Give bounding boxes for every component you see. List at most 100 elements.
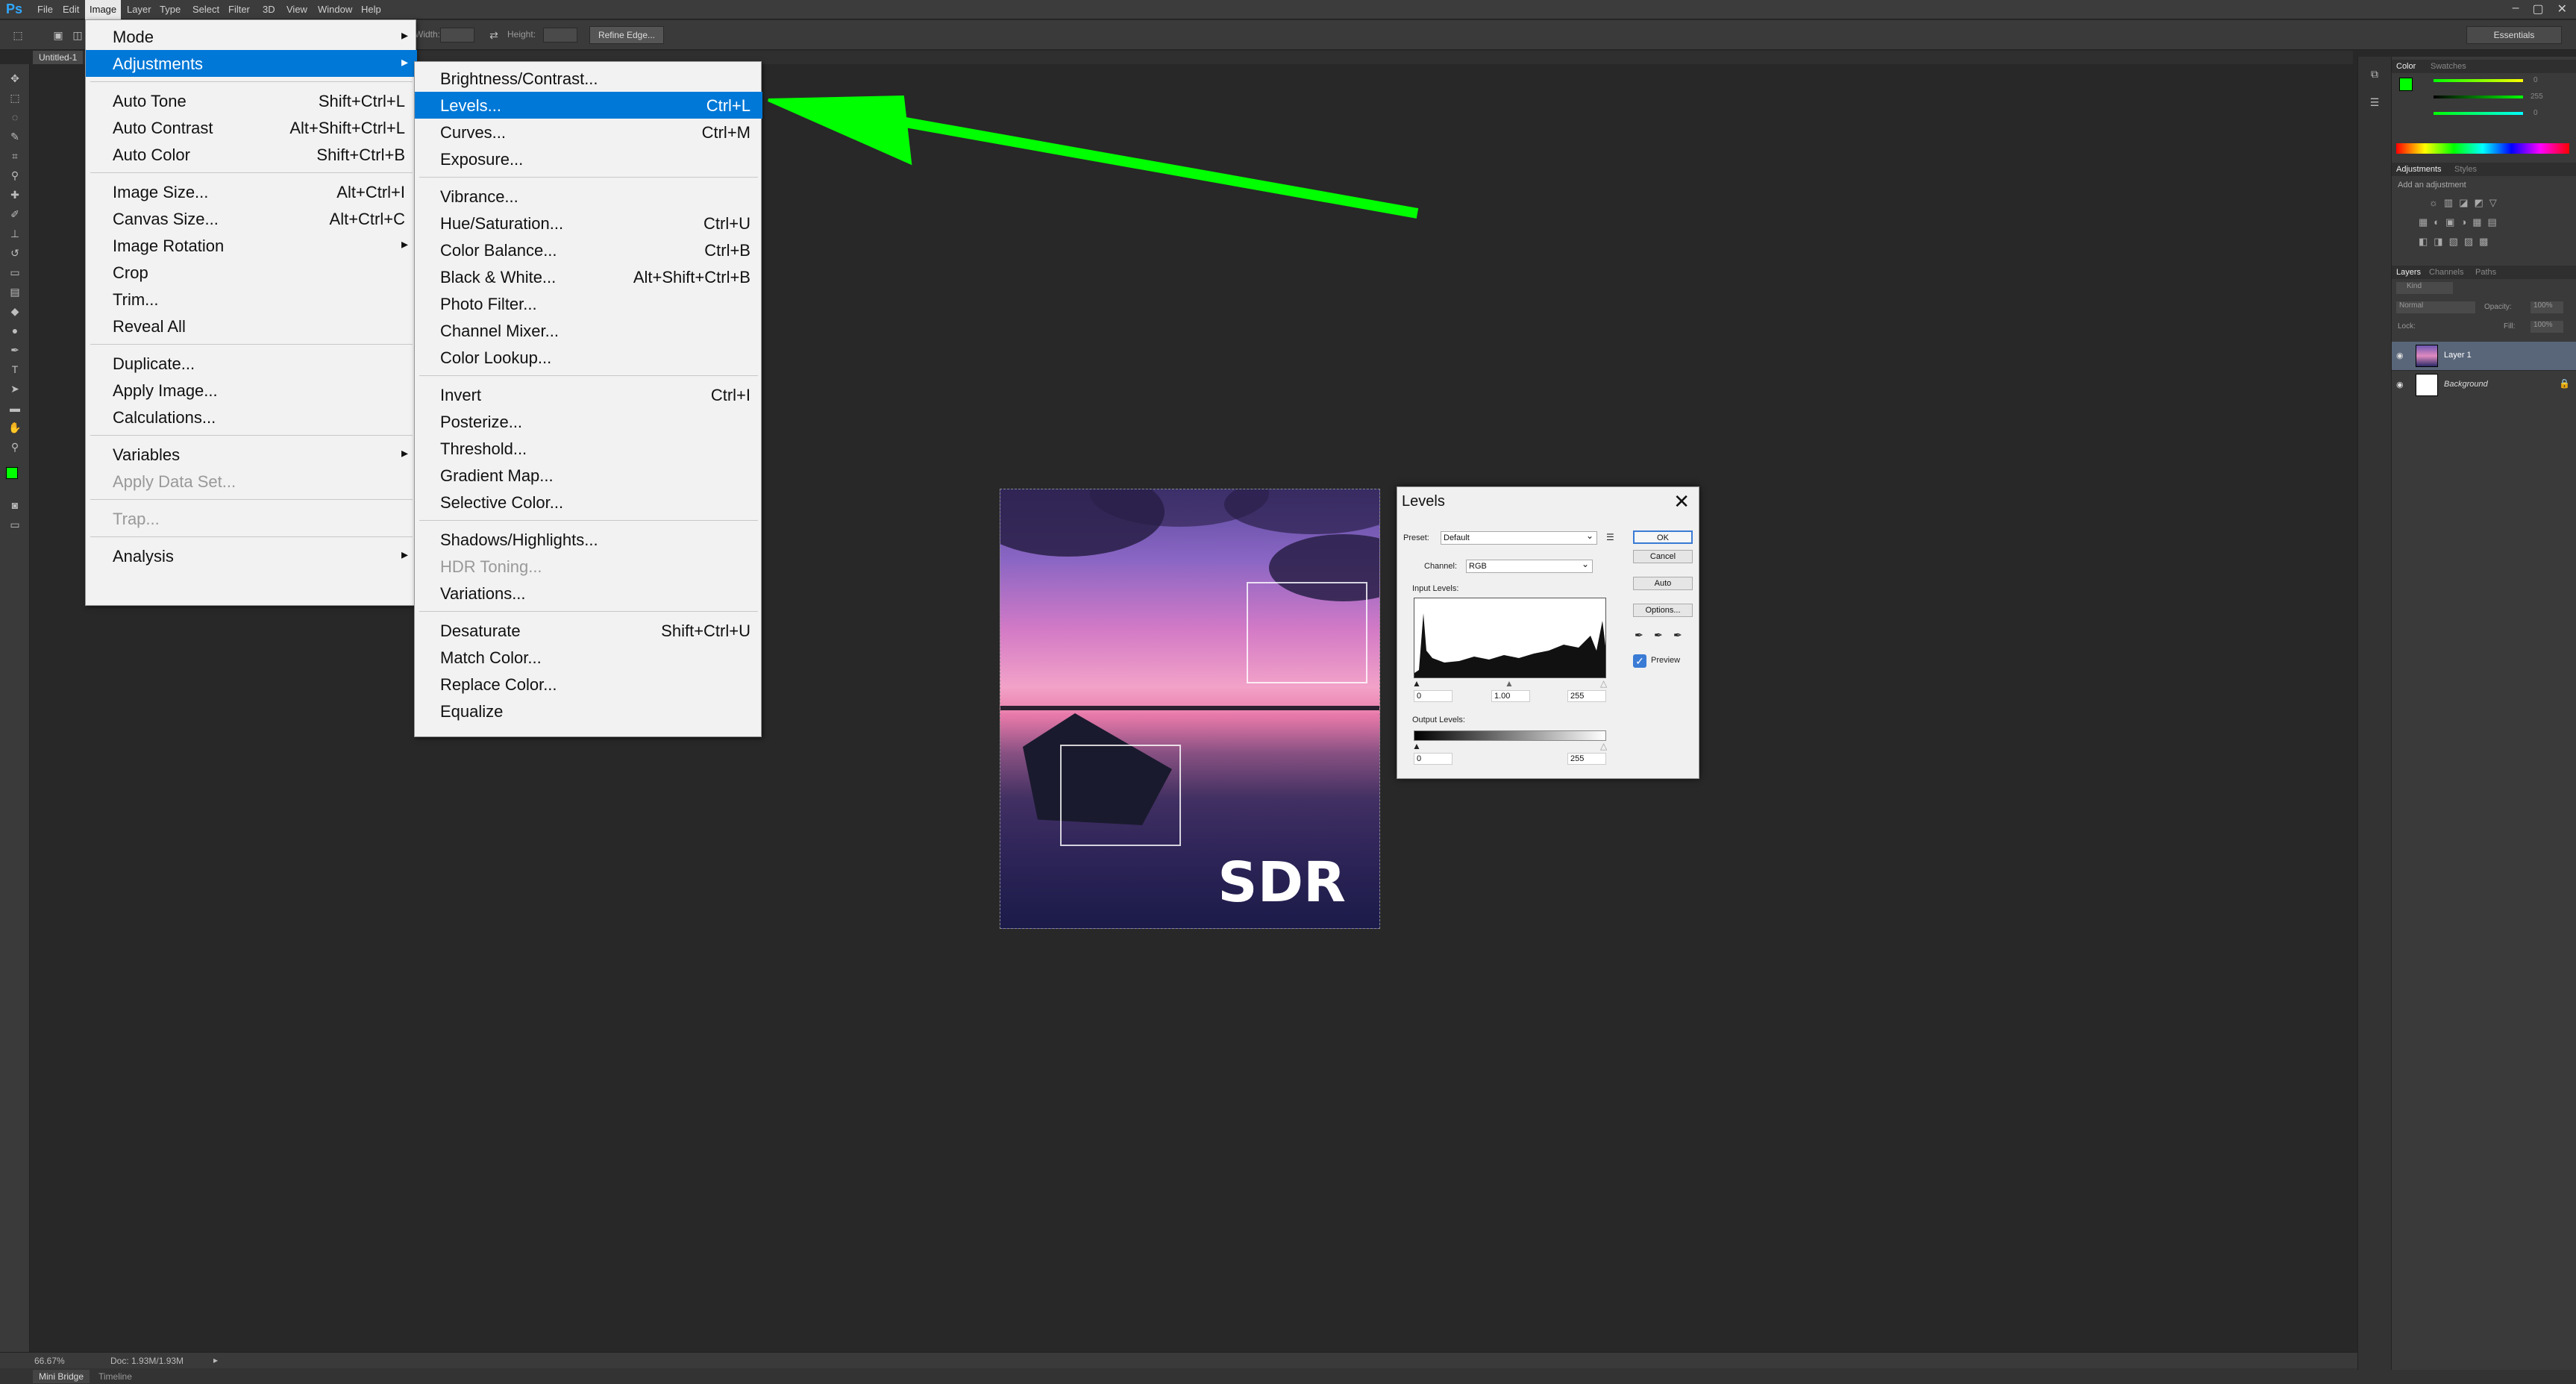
stamp-tool-icon[interactable]: ⊥ — [6, 225, 24, 242]
output-white-field[interactable]: 255 — [1567, 753, 1606, 765]
add-selection-icon[interactable]: ◫ — [69, 27, 87, 43]
layer-filter-kind[interactable]: Kind — [2396, 282, 2453, 294]
refine-edge-button[interactable]: Refine Edge... — [589, 26, 664, 44]
status-menu-arrow-icon[interactable]: ▸ — [213, 1355, 218, 1365]
adjustments-item-curves[interactable]: Curves... Ctrl+M — [415, 119, 762, 145]
adjustments-item-match-color[interactable]: Match Color... — [415, 644, 762, 671]
image-menu-item-image-rotation[interactable]: Image Rotation ▸ — [86, 232, 417, 259]
gradient-tool-icon[interactable]: ▤ — [6, 284, 24, 300]
adjustments-item-selective-color[interactable]: Selective Color... — [415, 489, 762, 516]
adjustment-icons-row-3[interactable]: ◧◨▧▨▩ — [2419, 236, 2494, 248]
minimize-icon[interactable]: – — [2513, 1, 2519, 16]
adjustments-item-replace-color[interactable]: Replace Color... — [415, 671, 762, 698]
visibility-eye-icon[interactable]: ◉ — [2396, 380, 2404, 389]
adjustments-item-channel-mixer[interactable]: Channel Mixer... — [415, 317, 762, 344]
input-white-field[interactable]: 255 — [1567, 690, 1606, 702]
output-black-field[interactable]: 0 — [1414, 753, 1452, 765]
eraser-tool-icon[interactable]: ▭ — [6, 264, 24, 281]
r-slider[interactable] — [2434, 79, 2523, 82]
image-menu-item-auto-color[interactable]: Auto Color Shift+Ctrl+B — [86, 141, 417, 168]
image-menu-item-calculations[interactable]: Calculations... — [86, 404, 417, 430]
input-white-slider-icon[interactable]: △ — [1600, 678, 1607, 689]
image-menu-item-apply-image[interactable]: Apply Image... — [86, 377, 417, 404]
adjustments-item-vibrance[interactable]: Vibrance... — [415, 183, 762, 210]
properties-panel-icon[interactable]: ☰ — [2366, 94, 2384, 110]
adjustments-item-shadows-highlights[interactable]: Shadows/Highlights... — [415, 526, 762, 553]
opacity-field[interactable]: 100% — [2530, 301, 2563, 313]
ok-button[interactable]: OK — [1633, 530, 1693, 544]
adjustments-item-levels[interactable]: Levels... Ctrl+L — [415, 92, 762, 119]
white-point-eyedropper-icon[interactable]: ✒ — [1673, 629, 1682, 642]
blur-tool-icon[interactable]: ◆ — [6, 303, 24, 319]
hand-tool-icon[interactable]: ✋ — [6, 419, 24, 436]
tab-mini-bridge[interactable]: Mini Bridge — [33, 1370, 90, 1383]
image-menu-item-auto-contrast[interactable]: Auto Contrast Alt+Shift+Ctrl+L — [86, 114, 417, 141]
adjustments-item-equalize[interactable]: Equalize — [415, 698, 762, 724]
zoom-tool-icon[interactable]: ⚲ — [6, 439, 24, 455]
maximize-icon[interactable]: ▢ — [2532, 1, 2543, 16]
height-field[interactable] — [543, 28, 577, 43]
input-gamma-field[interactable]: 1.00 — [1491, 690, 1530, 702]
screen-mode-icon[interactable]: ▭ — [6, 516, 24, 533]
adjustments-item-color-balance[interactable]: Color Balance... Ctrl+B — [415, 237, 762, 263]
tab-layers[interactable]: Layers — [2396, 268, 2421, 277]
quick-mask-icon[interactable]: ◙ — [6, 497, 24, 513]
tab-color[interactable]: Color — [2396, 62, 2416, 71]
gray-point-eyedropper-icon[interactable]: ✒ — [1654, 629, 1663, 642]
image-menu-item-apply-data-set[interactable]: Apply Data Set... — [86, 468, 417, 495]
adjustment-icons-row-2[interactable]: ▦◐▣◑▦▤ — [2419, 216, 2503, 228]
menu-filter[interactable]: Filter — [224, 4, 254, 15]
layer-name[interactable]: Layer 1 — [2444, 351, 2472, 360]
adjustments-item-posterize[interactable]: Posterize... — [415, 408, 762, 435]
fill-field[interactable]: 100% — [2530, 321, 2563, 333]
options-button[interactable]: Options... — [1633, 604, 1693, 617]
adjustments-item-invert[interactable]: Invert Ctrl+I — [415, 381, 762, 408]
image-menu-item-adjustments[interactable]: Adjustments ▸ — [86, 50, 417, 77]
adjustments-item-brightness-contrast[interactable]: Brightness/Contrast... — [415, 65, 762, 92]
adjustments-item-color-lookup[interactable]: Color Lookup... — [415, 344, 762, 371]
adjustments-item-threshold[interactable]: Threshold... — [415, 435, 762, 462]
shape-tool-icon[interactable]: ▬ — [6, 400, 24, 416]
adjustments-item-variations[interactable]: Variations... — [415, 580, 762, 607]
auto-button[interactable]: Auto — [1633, 577, 1693, 590]
quick-select-tool-icon[interactable]: ✎ — [6, 128, 24, 145]
adjustments-item-hue-saturation[interactable]: Hue/Saturation... Ctrl+U — [415, 210, 762, 237]
g-slider[interactable] — [2434, 95, 2523, 98]
b-slider[interactable] — [2434, 112, 2523, 115]
adjustments-item-gradient-map[interactable]: Gradient Map... — [415, 462, 762, 489]
menu-file[interactable]: File — [33, 4, 57, 15]
blend-mode-select[interactable]: Normal — [2396, 301, 2475, 313]
new-selection-icon[interactable]: ▣ — [49, 27, 67, 43]
marquee-preset-icon[interactable]: ⬚ — [9, 27, 27, 43]
image-menu-item-variables[interactable]: Variables ▸ — [86, 441, 417, 468]
image-menu-item-trim[interactable]: Trim... — [86, 286, 417, 313]
document-image[interactable]: SDR — [1000, 489, 1380, 929]
dodge-tool-icon[interactable]: ● — [6, 322, 24, 339]
visibility-eye-icon[interactable]: ◉ — [2396, 351, 2404, 360]
preview-checkbox[interactable]: ✓ — [1633, 654, 1646, 668]
adjustments-item-black-white[interactable]: Black & White... Alt+Shift+Ctrl+B — [415, 263, 762, 290]
image-menu-item-canvas-size[interactable]: Canvas Size... Alt+Ctrl+C — [86, 205, 417, 232]
adjustments-item-exposure[interactable]: Exposure... — [415, 145, 762, 172]
color-ramp[interactable] — [2396, 143, 2569, 154]
width-field[interactable] — [440, 28, 474, 43]
preset-options-icon[interactable]: ☰ — [1606, 532, 1614, 542]
menu-window[interactable]: Window — [313, 4, 357, 15]
path-select-icon[interactable]: ➤ — [6, 381, 24, 397]
tab-channels[interactable]: Channels — [2429, 268, 2463, 277]
preset-select[interactable]: Default — [1441, 530, 1597, 545]
marquee-tool-icon[interactable]: ⬚ — [6, 90, 24, 106]
healing-brush-icon[interactable]: ✚ — [6, 187, 24, 203]
tab-styles[interactable]: Styles — [2454, 165, 2477, 174]
input-gamma-slider-icon[interactable]: ▲ — [1505, 678, 1514, 689]
history-panel-icon[interactable]: ⧉ — [2366, 66, 2384, 82]
adjustment-icons-row-1[interactable]: ☼▥◪◩▽ — [2429, 197, 2503, 209]
menu-view[interactable]: View — [282, 4, 312, 15]
image-menu-item-reveal-all[interactable]: Reveal All — [86, 313, 417, 339]
layer-row-background[interactable]: ◉ Background 🔒 — [2392, 370, 2576, 398]
pen-tool-icon[interactable]: ✒ — [6, 342, 24, 358]
layer-name[interactable]: Background — [2444, 380, 2488, 389]
menu-edit[interactable]: Edit — [58, 4, 84, 15]
b-value[interactable]: 0 — [2533, 109, 2538, 117]
close-window-icon[interactable]: ✕ — [2557, 1, 2567, 16]
